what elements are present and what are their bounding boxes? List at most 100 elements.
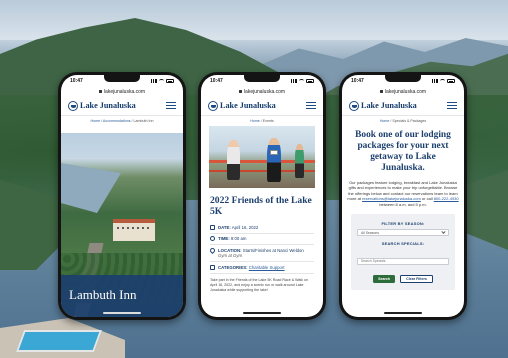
- site-logo[interactable]: Lake Junaluska: [68, 100, 136, 111]
- location-sub: Gym at Gym: [218, 253, 243, 259]
- runner: [227, 140, 240, 180]
- event-location-row: LOCATION: Starts/Finishes at Nanci Weldo…: [208, 245, 314, 263]
- logo-mark-icon: [208, 100, 218, 111]
- calendar-icon: [210, 224, 215, 230]
- category-link[interactable]: Charitable Support: [249, 265, 285, 270]
- specials-intro: Our packages feature lodging, breakfast …: [347, 180, 459, 207]
- battery-icon: [306, 79, 314, 83]
- breadcrumb-accommodations[interactable]: Accommodations: [103, 119, 131, 123]
- url-bar[interactable]: lakejunaluska.com: [211, 87, 313, 96]
- event-description: Take part in the Friends of the Lake 5K …: [210, 277, 308, 292]
- phone-mockup-lambuth-inn: 10:47 lakejunaluska.com Lake Junaluska H…: [58, 72, 186, 320]
- categories-label: CATEGORIES:: [218, 264, 248, 270]
- phone-screen: 10:47 lakejunaluska.com Lake Junaluska H…: [201, 75, 323, 317]
- battery-icon: [166, 79, 174, 83]
- search-specials-label: SEARCH SPECIALS:: [381, 241, 425, 247]
- breadcrumb: Home / Accommodations / Lambuth Inn: [90, 119, 154, 123]
- logo-text: Lake Junaluska: [80, 101, 136, 110]
- runner: [295, 144, 304, 178]
- lock-icon: [379, 90, 383, 93]
- hamburger-menu-icon[interactable]: [447, 102, 457, 109]
- breadcrumb: Home / Events: [250, 119, 274, 123]
- specials-filter-panel: FILTER BY SEASON: All Seasons SEARCH SPE…: [351, 214, 455, 291]
- status-icons: [151, 79, 174, 83]
- site-logo[interactable]: Lake Junaluska: [208, 100, 276, 111]
- phone-mockup-event: 10:47 lakejunaluska.com Lake Junaluska H…: [198, 72, 326, 320]
- page-title: Book one of our lodging packages for you…: [355, 130, 451, 173]
- event-article: 2022 Friends of the Lake 5K DATE: April …: [201, 188, 323, 293]
- breadcrumb: Home / Specials & Packages: [379, 119, 427, 123]
- location-label: LOCATION:: [218, 247, 242, 253]
- logo-text: Lake Junaluska: [220, 101, 276, 110]
- url-text: lakejunaluska.com: [384, 88, 427, 95]
- swimming-pool: [15, 330, 103, 352]
- breadcrumb-home[interactable]: Home: [250, 119, 260, 123]
- phone-screen: 10:47 lakejunaluska.com Lake Junaluska H…: [61, 75, 183, 317]
- lock-icon: [98, 90, 102, 93]
- url-bar[interactable]: lakejunaluska.com: [352, 87, 454, 96]
- phone-notch: [104, 75, 140, 82]
- event-photo-runners: [209, 126, 315, 188]
- lock-icon: [238, 90, 242, 93]
- url-text: lakejunaluska.com: [103, 88, 146, 95]
- logo-text: Lake Junaluska: [361, 101, 417, 110]
- runner: [267, 138, 281, 182]
- filter-buttons: Search Clear Filters: [357, 275, 449, 284]
- chevron-down-icon: [441, 229, 446, 234]
- url-text: lakejunaluska.com: [243, 88, 286, 95]
- signal-icon: [291, 79, 297, 83]
- date-value: April 16, 2022: [231, 224, 259, 230]
- clock-icon: [210, 236, 215, 242]
- status-icons: [291, 79, 314, 83]
- site-header: Lake Junaluska: [61, 96, 183, 116]
- signal-icon: [432, 79, 438, 83]
- site-logo[interactable]: Lake Junaluska: [349, 100, 417, 111]
- breadcrumb-current: Events: [262, 119, 274, 123]
- hero-image-lambuth-inn: Lambuth Inn: [61, 133, 183, 317]
- hero-title: Lambuth Inn: [69, 287, 137, 302]
- status-time: 10:47: [210, 78, 223, 84]
- phone-notch: [244, 75, 280, 82]
- url-bar[interactable]: lakejunaluska.com: [71, 87, 173, 96]
- home-indicator: [103, 312, 141, 314]
- tag-icon: [210, 265, 215, 271]
- map-pin-icon: [208, 246, 217, 255]
- clear-filters-button[interactable]: Clear Filters: [400, 275, 433, 284]
- hamburger-menu-icon[interactable]: [166, 102, 176, 109]
- time-value: 9:00 am: [230, 236, 247, 242]
- event-date-row: DATE: April 16, 2022: [210, 222, 314, 234]
- site-header: Lake Junaluska: [201, 96, 323, 116]
- search-button[interactable]: Search: [373, 275, 396, 284]
- filter-season-label: FILTER BY SEASON:: [381, 221, 425, 227]
- reservations-email-link[interactable]: reservations@lakejunaluska.com: [362, 196, 421, 201]
- phone-screen: 10:47 lakejunaluska.com Lake Junaluska H…: [342, 75, 464, 317]
- status-time: 10:47: [70, 78, 83, 84]
- breadcrumb-current: Specials & Packages: [392, 119, 427, 123]
- signal-icon: [151, 79, 157, 83]
- specials-header: Book one of our lodging packages for you…: [342, 126, 464, 174]
- race-bib: [270, 150, 278, 155]
- phone-link[interactable]: 800-222-4930: [434, 196, 459, 201]
- date-label: DATE:: [218, 224, 231, 230]
- event-title: 2022 Friends of the Lake 5K: [210, 195, 312, 217]
- hamburger-menu-icon[interactable]: [306, 102, 316, 109]
- phone-mockup-specials: 10:47 lakejunaluska.com Lake Junaluska H…: [339, 72, 467, 320]
- breadcrumb-home[interactable]: Home: [91, 119, 101, 123]
- inn-building: [113, 219, 155, 241]
- wifi-icon: [299, 79, 304, 83]
- home-indicator: [243, 312, 281, 314]
- search-specials-input[interactable]: [357, 257, 449, 265]
- status-time: 10:47: [351, 78, 364, 84]
- event-time-row: TIME: 9:00 am: [210, 234, 314, 246]
- breadcrumb-home[interactable]: Home: [380, 119, 390, 123]
- battery-icon: [447, 79, 455, 83]
- wifi-icon: [159, 79, 164, 83]
- event-categories-row: CATEGORIES: Charitable Support: [210, 262, 314, 274]
- time-label: TIME:: [218, 236, 230, 242]
- phone-notch: [385, 75, 421, 82]
- status-icons: [432, 79, 455, 83]
- wifi-icon: [440, 79, 445, 83]
- logo-mark-icon: [349, 100, 359, 111]
- logo-mark-icon: [68, 100, 78, 111]
- season-select[interactable]: All Seasons: [357, 229, 449, 237]
